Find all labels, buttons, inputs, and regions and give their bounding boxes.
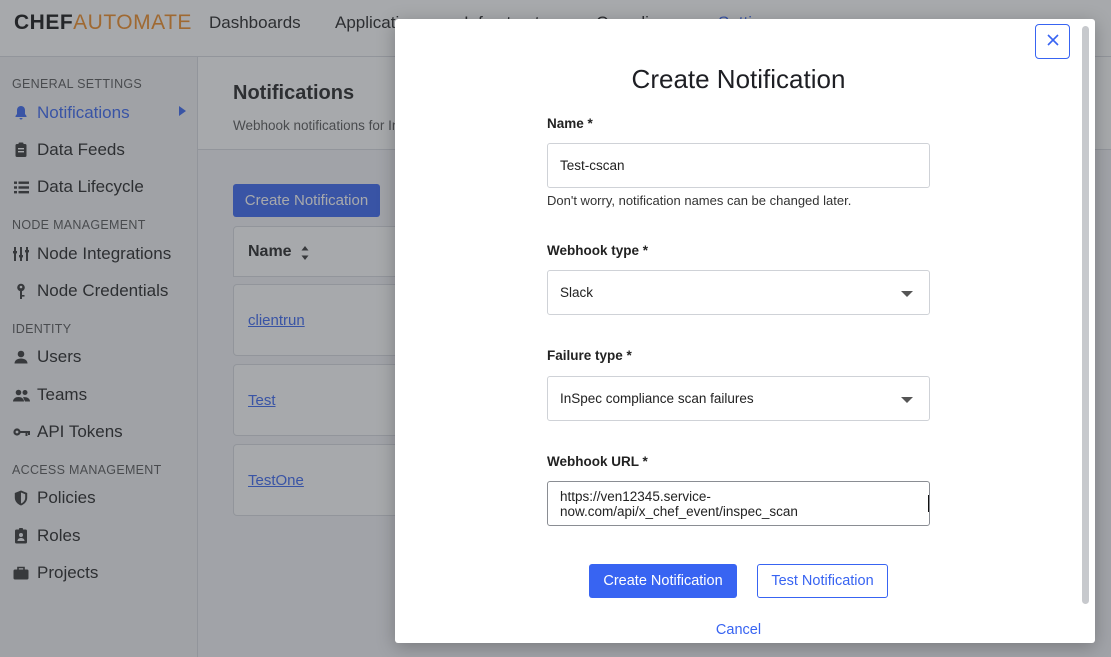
webhook-url-value: https://ven12345.service-now.com/api/x_c… [560,488,798,519]
name-hint: Don't worry, notification names can be c… [547,193,852,208]
test-notification-button[interactable]: Test Notification [757,564,888,598]
close-modal-button[interactable] [1035,24,1070,59]
failure-type-label: Failure type * [547,348,632,363]
name-input-value: Test-cscan [560,158,625,173]
name-label: Name * [547,116,593,131]
create-notification-submit-button[interactable]: Create Notification [589,564,737,598]
failure-type-select[interactable]: InSpec compliance scan failures [547,376,930,421]
failure-type-value: InSpec compliance scan failures [560,391,754,406]
create-notification-modal: Create Notification Name * Test-cscan Do… [395,19,1095,643]
webhook-type-label: Webhook type * [547,243,649,258]
cancel-link[interactable]: Cancel [395,622,1082,638]
close-icon [1046,33,1059,51]
name-input[interactable]: Test-cscan [547,143,930,188]
webhook-url-label: Webhook URL * [547,454,648,469]
webhook-url-input[interactable]: https://ven12345.service-now.com/api/x_c… [547,481,930,526]
modal-scrollbar[interactable] [1082,26,1089,604]
webhook-type-select[interactable]: Slack [547,270,930,315]
modal-title: Create Notification [631,64,846,94]
webhook-type-value: Slack [560,285,594,300]
text-cursor [928,495,929,512]
dropdown-arrow-icon [901,291,913,297]
dropdown-arrow-icon [901,397,913,403]
